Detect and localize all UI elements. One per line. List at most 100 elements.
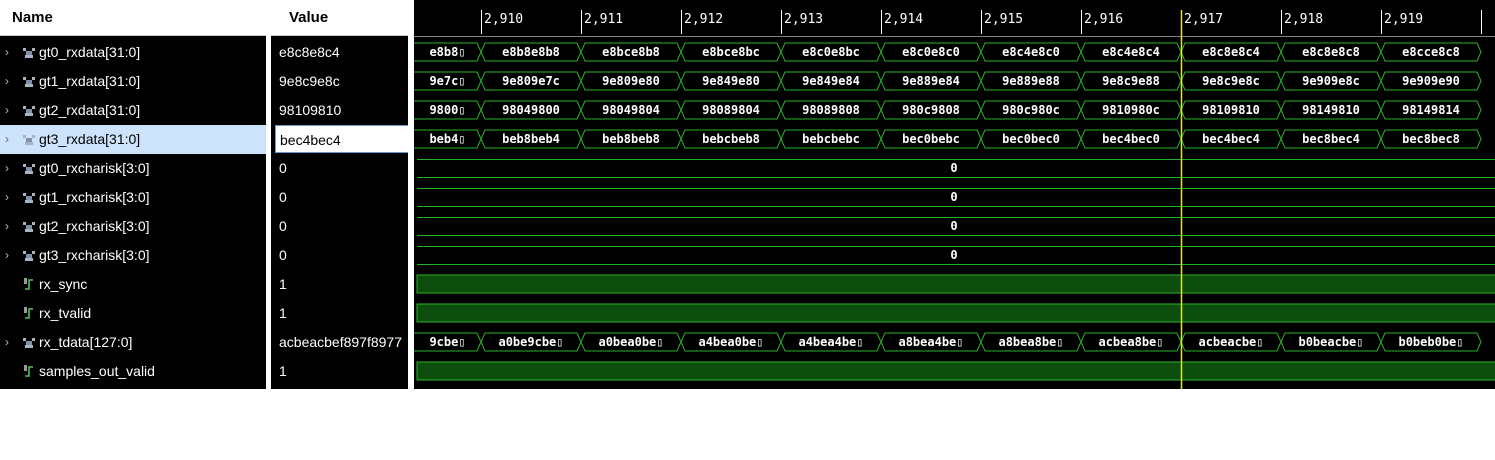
bus-segment-value: 9e809e80	[602, 74, 660, 88]
signal-name: rx_tdata[127:0]	[39, 334, 133, 350]
bus-segment-value: beb4▯	[429, 132, 465, 146]
value-column-header[interactable]: Value	[271, 0, 408, 36]
bus-segment-value: 98089808	[802, 103, 860, 117]
timeline-tick-label: 2,918	[1284, 12, 1323, 27]
bus-segment-value: acbeacbe▯	[1198, 335, 1263, 349]
signal-row[interactable]: rx_sync	[0, 270, 266, 299]
bit-high-level	[416, 303, 1495, 323]
bus-segment-value: e8b8e8b8	[502, 45, 560, 59]
chevron-right-icon[interactable]: ›	[5, 212, 15, 241]
bus-segment-value: a4bea0be▯	[698, 335, 763, 349]
bus-segment-value: a8bea4be▯	[898, 335, 963, 349]
signal-row[interactable]: › gt3_rxcharisk[3:0]	[0, 241, 266, 270]
bus-segment-value: bebcbeb8	[702, 132, 760, 146]
signal-row[interactable]: › gt3_rxdata[31:0]	[0, 125, 266, 154]
signal-row[interactable]: › gt2_rxcharisk[3:0]	[0, 212, 266, 241]
waveform-canvas[interactable]: 2,910 2,911 2,912 2,913 2,914 2,915 2,916 2,917…	[414, 0, 1495, 389]
bus-segment-value: e8c0e8bc	[802, 45, 860, 59]
bus-segment-value: 980c980c	[1002, 103, 1060, 117]
signal-value: 1	[279, 305, 287, 321]
signal-value: 98109810	[279, 102, 342, 118]
signal-row[interactable]: samples_out_valid	[0, 357, 266, 386]
signal-row[interactable]: rx_tvalid	[0, 299, 266, 328]
bus-segment-value: bec8bec4	[1302, 132, 1360, 146]
timeline-tick-label: 2,911	[584, 12, 623, 27]
timeline-tick-label: 2,913	[784, 12, 823, 27]
signal-value: acbeacbef897f8977	[279, 334, 402, 350]
bus-segment-value: b0beb0be▯	[1398, 335, 1463, 349]
bus-segment-value: 98049800	[502, 103, 560, 117]
bus-signal-icon	[22, 162, 36, 174]
chevron-right-icon[interactable]: ›	[5, 154, 15, 183]
timeline-tick-label: 2,914	[884, 12, 923, 27]
bus-signal-icon	[22, 46, 36, 58]
bus-segment-value: b0beacbe▯	[1298, 335, 1363, 349]
signal-name: gt2_rxdata[31:0]	[39, 102, 141, 118]
const-bus-value: 0	[950, 248, 957, 262]
chevron-right-icon[interactable]: ›	[5, 38, 15, 67]
bus-segment-value: beb8beb8	[602, 132, 660, 146]
bus-segment-value: bebcbebc	[802, 132, 860, 146]
bus-segment-value: a0bea0be▯	[598, 335, 663, 349]
bus-segment-value: 9e849e80	[702, 74, 760, 88]
name-column-header[interactable]: Name	[0, 0, 266, 36]
chevron-right-icon[interactable]: ›	[5, 328, 15, 357]
signal-name: rx_tvalid	[39, 305, 92, 321]
signal-name: gt0_rxdata[31:0]	[39, 44, 141, 60]
signal-value: 0	[279, 189, 287, 205]
chevron-right-icon[interactable]: ›	[5, 96, 15, 125]
bus-segment-value: a0be9cbe▯	[498, 335, 563, 349]
signal-row[interactable]: › gt0_rxdata[31:0]	[0, 38, 266, 67]
bus-segment-value: 9800▯	[429, 103, 465, 117]
bus-segment-value: 9e809e7c	[502, 74, 560, 88]
bus-signal-icon	[22, 191, 36, 203]
signal-row[interactable]: › gt2_rxdata[31:0]	[0, 96, 266, 125]
signal-name: gt1_rxdata[31:0]	[39, 73, 141, 89]
bus-segment-value: bec4bec0	[1102, 132, 1160, 146]
bus-segment-value: 9e8c9e88	[1102, 74, 1160, 88]
chevron-right-icon[interactable]: ›	[5, 125, 15, 154]
signal-name: gt0_rxcharisk[3:0]	[39, 160, 150, 176]
bus-segment-value: bec0bec0	[1002, 132, 1060, 146]
timeline-tick-label: 2,915	[984, 12, 1023, 27]
chevron-right-icon[interactable]: ›	[5, 67, 15, 96]
bus-segment-value: 98149810	[1302, 103, 1360, 117]
signal-name: gt1_rxcharisk[3:0]	[39, 189, 150, 205]
signal-value: 0	[279, 247, 287, 263]
signal-row[interactable]: › gt0_rxcharisk[3:0]	[0, 154, 266, 183]
signal-row[interactable]: › gt1_rxcharisk[3:0]	[0, 183, 266, 212]
bus-segment-value: bec4bec4	[1202, 132, 1260, 146]
bus-segment-value: e8cce8c8	[1402, 45, 1460, 59]
signal-name: samples_out_valid	[39, 363, 155, 379]
const-bus-value: 0	[950, 190, 957, 204]
chevron-right-icon[interactable]: ›	[5, 241, 15, 270]
bus-segment-value: a8bea8be▯	[998, 335, 1063, 349]
signal-value: 0	[279, 218, 287, 234]
bus-segment-value: e8c0e8c0	[902, 45, 960, 59]
signal-name: gt3_rxcharisk[3:0]	[39, 247, 150, 263]
bus-signal-icon	[22, 249, 36, 261]
timeline-tick-label: 2,916	[1084, 12, 1123, 27]
const-bus-value: 0	[950, 219, 957, 233]
bus-segment-value: 9cbe▯	[429, 335, 465, 349]
bit-signal-icon	[23, 364, 35, 378]
bit-signal-icon	[23, 306, 35, 320]
bus-segment-value: 98089804	[702, 103, 760, 117]
signal-row[interactable]: › gt1_rxdata[31:0]	[0, 67, 266, 96]
timeline-tick-label: 2,912	[684, 12, 723, 27]
waveform-panel[interactable]: 2,910 2,911 2,912 2,913 2,914 2,915 2,916 2,917…	[414, 0, 1495, 389]
signal-row[interactable]: › rx_tdata[127:0]	[0, 328, 266, 357]
signal-name: gt2_rxcharisk[3:0]	[39, 218, 150, 234]
bus-signal-icon	[22, 75, 36, 87]
bus-segment-value: bec0bebc	[902, 132, 960, 146]
chevron-right-icon[interactable]: ›	[5, 183, 15, 212]
bus-segment-value: 98109810	[1202, 103, 1260, 117]
bus-segment-value: e8bce8b8	[602, 45, 660, 59]
bus-segment-value: 9810980c	[1102, 103, 1160, 117]
bus-segment-value: 98149814	[1402, 103, 1460, 117]
bus-segment-value: a4bea4be▯	[798, 335, 863, 349]
bus-segment-value: 98049804	[602, 103, 660, 117]
signal-value: bec4bec4	[275, 125, 408, 153]
bit-signal-icon	[23, 277, 35, 291]
bit-high-level	[416, 274, 1495, 294]
